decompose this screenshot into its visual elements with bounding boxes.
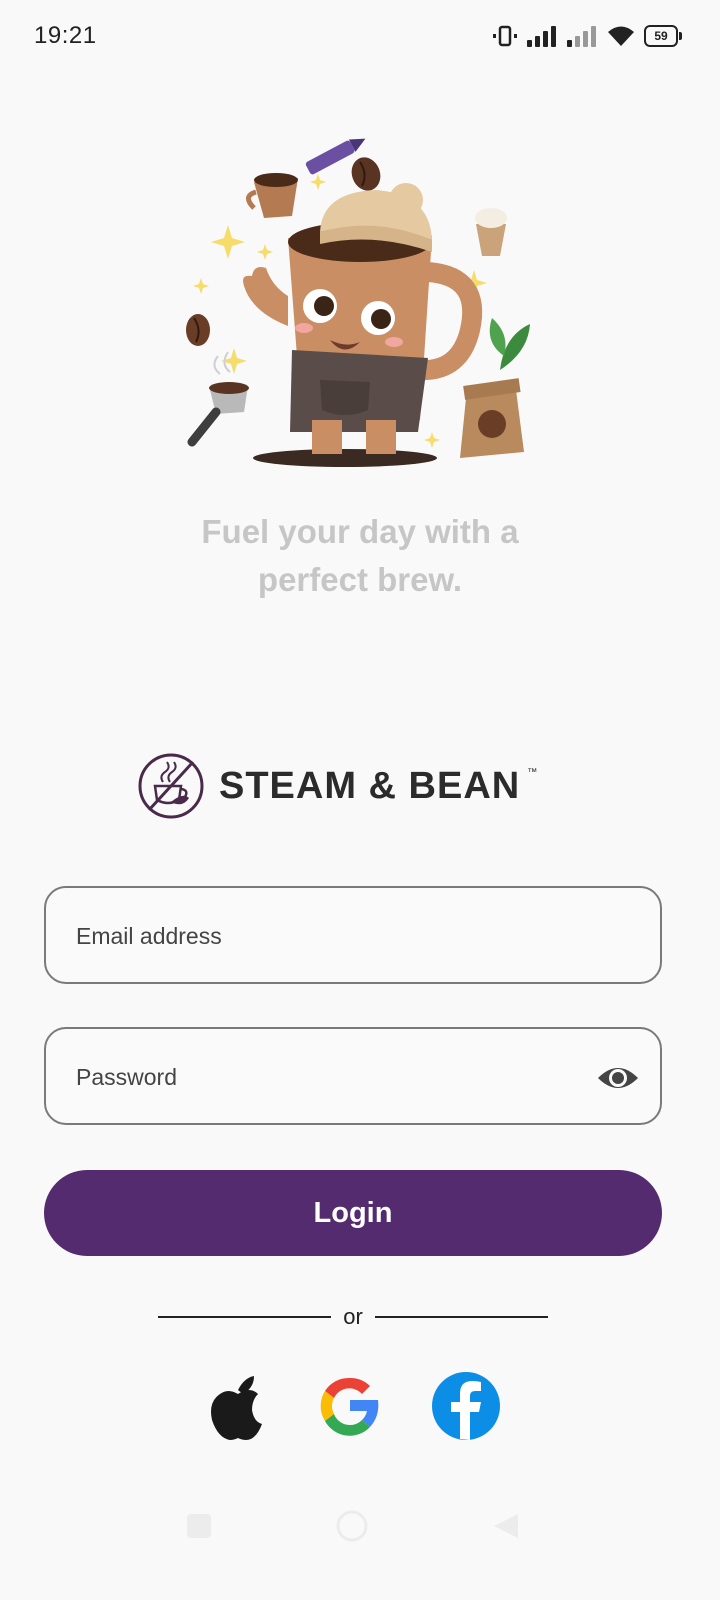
eye-icon[interactable] bbox=[596, 1058, 640, 1098]
signal-icon bbox=[527, 26, 556, 47]
trademark-symbol: ™ bbox=[527, 766, 539, 778]
or-divider: or bbox=[158, 1302, 548, 1332]
apple-icon[interactable] bbox=[200, 1368, 276, 1444]
tagline-line-2: perfect brew. bbox=[257, 561, 463, 598]
divider-text: or bbox=[343, 1304, 363, 1329]
recents-nav-icon bbox=[187, 1514, 211, 1538]
status-time: 19:21 bbox=[34, 22, 97, 49]
wifi-icon bbox=[608, 26, 634, 46]
divider-line-left bbox=[158, 1316, 332, 1318]
login-button[interactable]: Login bbox=[44, 1170, 662, 1256]
signal-weak-icon bbox=[567, 26, 596, 47]
system-navigation-bar bbox=[187, 1510, 518, 1542]
google-icon[interactable] bbox=[312, 1368, 388, 1444]
password-field bbox=[44, 1027, 662, 1125]
battery-icon: 59 bbox=[644, 25, 682, 47]
email-field bbox=[44, 886, 662, 984]
divider-line-right bbox=[374, 1316, 548, 1318]
back-nav-icon bbox=[494, 1514, 518, 1538]
tagline: Fuel your day with a perfect brew. bbox=[0, 508, 720, 604]
home-nav-icon bbox=[336, 1510, 368, 1542]
brand-logo: STEAM & BEAN ™ bbox=[137, 752, 537, 820]
status-icons: 59 bbox=[492, 22, 682, 50]
brand-name: STEAM & BEAN ™ bbox=[219, 764, 537, 808]
coffee-mascot-illustration bbox=[186, 138, 530, 467]
email-input[interactable] bbox=[74, 888, 598, 984]
facebook-icon[interactable] bbox=[428, 1368, 504, 1444]
vibrate-icon bbox=[493, 25, 517, 47]
password-input[interactable] bbox=[74, 1029, 598, 1125]
tagline-line-1: Fuel your day with a bbox=[201, 513, 519, 550]
status-bar: 19:21 59 bbox=[0, 0, 720, 72]
coffee-cup-logo-icon bbox=[138, 753, 204, 819]
brand-name-text: STEAM & BEAN bbox=[219, 764, 521, 807]
